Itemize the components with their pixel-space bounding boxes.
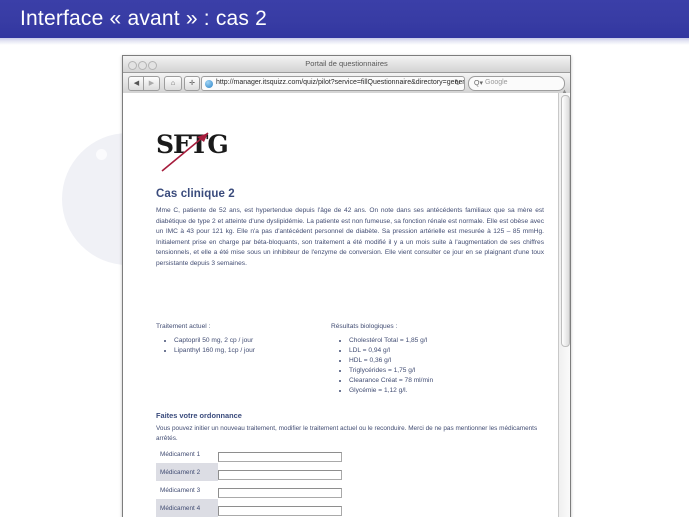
- list-item: Captopril 50 mg, 2 cp / jour: [174, 336, 255, 346]
- list-item: Cholestérol Total = 1,85 g/l: [349, 336, 433, 346]
- forward-button[interactable]: ▶: [143, 76, 160, 91]
- slide-title-bar: Interface « avant » : cas 2: [0, 0, 689, 38]
- table-row: Médicament 1: [156, 445, 342, 463]
- page-title: Cas clinique 2: [156, 188, 235, 200]
- search-placeholder: Google: [485, 79, 508, 86]
- medication-input-4[interactable]: [218, 506, 342, 516]
- medication-input-3[interactable]: [218, 488, 342, 498]
- add-tab-icon[interactable]: ✛: [184, 76, 200, 91]
- background-decoration-circle-small: [96, 149, 107, 160]
- medication-field-cell: [218, 445, 342, 463]
- list-item: Glycémie = 1,12 g/l.: [349, 386, 433, 396]
- medication-input-2[interactable]: [218, 470, 342, 480]
- table-row: Médicament 3: [156, 481, 342, 499]
- browser-window: Portail de questionnaires ◀ ▶ ⌂ ✛ http:/…: [122, 55, 571, 517]
- logo-arrow-icon: [161, 132, 209, 172]
- list-item: Triglycérides = 1,75 g/l: [349, 366, 433, 376]
- medication-field-cell: [218, 463, 342, 481]
- table-row: Médicament 2: [156, 463, 342, 481]
- prescription-heading: Faites votre ordonnance: [156, 411, 242, 420]
- vertical-scrollbar[interactable]: ▲: [558, 89, 570, 517]
- slide-title: Interface « avant » : cas 2: [20, 7, 268, 30]
- home-icon[interactable]: ⌂: [164, 76, 182, 91]
- browser-toolbar: ◀ ▶ ⌂ ✛ http://manager.itsquizz.com/quiz…: [123, 73, 570, 94]
- search-field[interactable]: Q▾ Google: [468, 76, 565, 91]
- browser-window-title: Portail de questionnaires: [305, 59, 388, 68]
- address-bar[interactable]: http://manager.itsquizz.com/quiz/pilot?s…: [201, 76, 465, 91]
- medication-field-cell: [218, 499, 342, 517]
- list-item: HDL = 0,36 g/l: [349, 356, 433, 366]
- medication-label: Médicament 2: [156, 463, 218, 481]
- reload-icon[interactable]: ↻: [454, 78, 461, 87]
- address-bar-url: http://manager.itsquizz.com/quiz/pilot?s…: [216, 79, 465, 86]
- medication-label: Médicament 4: [156, 499, 218, 517]
- list-item: LDL = 0,94 g/l: [349, 346, 433, 356]
- browser-title-bar[interactable]: Portail de questionnaires: [123, 56, 570, 73]
- site-globe-icon: [205, 79, 213, 88]
- presentation-slide: Interface « avant » : cas 2 Portail de q…: [0, 0, 689, 517]
- lab-results-heading: Résultats biologiques :: [331, 323, 398, 330]
- questionnaire-page: SFTG Cas clinique 2 Mme C, patiente de 5…: [123, 93, 558, 517]
- medication-field-cell: [218, 481, 342, 499]
- current-treatment-heading: Traitement actuel :: [156, 323, 211, 330]
- slide-title-underglow: [0, 38, 689, 45]
- medication-table: Médicament 1 Médicament 2 Médicament 3 M…: [156, 445, 342, 517]
- sftg-logo: SFTG: [156, 126, 229, 174]
- current-treatment-list: Captopril 50 mg, 2 cp / jour Lipanthyl 1…: [163, 336, 255, 356]
- list-item: Lipanthyl 160 mg, 1cp / jour: [174, 346, 255, 356]
- search-icon: Q▾: [474, 80, 483, 87]
- page-viewport: SFTG Cas clinique 2 Mme C, patiente de 5…: [123, 93, 570, 517]
- medication-input-1[interactable]: [218, 452, 342, 462]
- medication-label: Médicament 3: [160, 486, 201, 494]
- medication-label: Médicament 1: [160, 450, 201, 458]
- table-row: Médicament 4: [156, 499, 342, 517]
- case-description: Mme C, patiente de 52 ans, est hypertend…: [156, 207, 544, 267]
- list-item: Clearance Créat = 78 ml/min: [349, 376, 433, 386]
- prescription-instructions: Vous pouvez initier un nouveau traitemen…: [156, 425, 538, 442]
- scrollbar-thumb[interactable]: [561, 95, 570, 347]
- lab-results-list: Cholestérol Total = 1,85 g/l LDL = 0,94 …: [338, 336, 433, 396]
